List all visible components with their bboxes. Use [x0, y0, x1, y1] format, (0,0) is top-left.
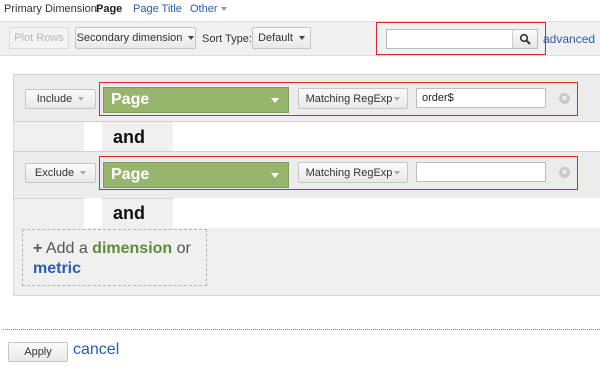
- include-mode-label: Include: [36, 93, 73, 105]
- and-connector: and: [113, 127, 146, 147]
- chevron-down-icon: [188, 36, 195, 40]
- chevron-down-icon: [78, 97, 85, 101]
- chevron-down-icon: [298, 36, 305, 40]
- chevron-down-icon: [80, 171, 87, 175]
- or-text: or: [176, 240, 191, 257]
- exclude-row-highlight: [99, 156, 578, 190]
- sort-type-dropdown[interactable]: Default: [252, 27, 311, 49]
- apply-button[interactable]: Apply: [8, 342, 68, 362]
- include-mode-dropdown[interactable]: Include: [25, 89, 96, 109]
- plus-icon: +: [33, 240, 43, 257]
- primary-dimension-page-title[interactable]: Page Title: [133, 3, 182, 15]
- divider: [3, 329, 600, 330]
- spacer: [84, 122, 102, 152]
- search-highlight: [376, 22, 546, 55]
- sort-type-label: Sort Type:: [202, 33, 252, 45]
- primary-dimension-page[interactable]: Page: [96, 3, 122, 15]
- spacer: [173, 122, 600, 152]
- cancel-link[interactable]: cancel: [73, 341, 119, 359]
- plot-rows-button[interactable]: Plot Rows: [9, 27, 69, 49]
- sort-type-value: Default: [258, 32, 293, 44]
- primary-dimension-label: Primary Dimension:: [4, 3, 100, 15]
- dimension-text: dimension: [92, 240, 173, 257]
- secondary-dimension-label: Secondary dimension: [76, 32, 183, 44]
- exclude-mode-dropdown[interactable]: Exclude: [25, 163, 96, 183]
- spacer: [173, 198, 600, 228]
- metric-text: metric: [33, 260, 82, 277]
- add-dimension-or-metric[interactable]: + Add a dimension or metric: [22, 229, 207, 286]
- other-label: Other: [190, 3, 218, 15]
- and-connector: and: [113, 203, 146, 223]
- secondary-dimension-dropdown[interactable]: Secondary dimension: [75, 27, 196, 49]
- advanced-link[interactable]: advanced: [543, 32, 595, 46]
- spacer: [84, 198, 102, 228]
- chevron-down-icon: [220, 7, 227, 12]
- add-a-text: Add a: [45, 240, 88, 257]
- include-row-highlight: [99, 82, 578, 116]
- exclude-mode-label: Exclude: [34, 167, 75, 179]
- primary-dimension-other[interactable]: Other: [190, 3, 227, 15]
